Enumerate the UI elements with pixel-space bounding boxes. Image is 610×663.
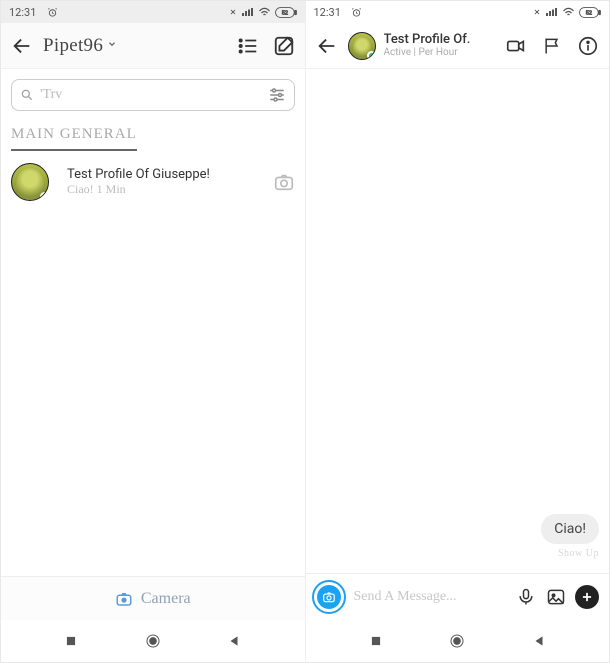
svg-text:52: 52 bbox=[586, 10, 592, 16]
chat-list-item[interactable]: Test Profile Of Giuseppe! Ciao! 1 Min bbox=[1, 151, 305, 213]
video-call-icon[interactable] bbox=[505, 35, 527, 57]
search-input[interactable]: 'Trv bbox=[11, 79, 295, 111]
chat-item-preview: Ciao! 1 Min bbox=[67, 182, 263, 197]
nav-bar bbox=[1, 620, 305, 662]
tab-main-general[interactable]: MAIN GENERAL bbox=[11, 126, 137, 151]
gallery-icon[interactable] bbox=[545, 586, 567, 608]
status-right-icons: 52 bbox=[532, 7, 601, 18]
back-button[interactable] bbox=[316, 35, 338, 57]
camera-label: Camera bbox=[141, 590, 191, 608]
account-username: Pipet96 bbox=[43, 35, 103, 57]
account-switcher[interactable]: Pipet96 bbox=[43, 35, 117, 57]
conversation-user-name: Test Profile Of. bbox=[384, 33, 471, 47]
camera-icon[interactable] bbox=[273, 171, 295, 193]
inbox-content bbox=[1, 213, 305, 576]
status-time: 12:31 bbox=[9, 6, 36, 19]
inbox-header: Pipet96 bbox=[1, 23, 305, 69]
avatar bbox=[348, 32, 376, 60]
nav-home-icon[interactable] bbox=[446, 630, 468, 652]
nav-home-icon[interactable] bbox=[142, 630, 164, 652]
status-bar: 12:31 52 bbox=[1, 1, 305, 23]
inbox-panel: 12:31 52 Pipet96 bbox=[1, 1, 305, 662]
add-button[interactable] bbox=[575, 585, 599, 609]
avatar bbox=[11, 163, 49, 201]
alarm-icon bbox=[346, 1, 368, 23]
message-input[interactable]: Send A Message... bbox=[354, 589, 508, 605]
nav-back-icon[interactable] bbox=[528, 630, 550, 652]
nav-back-icon[interactable] bbox=[223, 630, 245, 652]
microphone-icon[interactable] bbox=[515, 586, 537, 608]
status-right-icons: 52 bbox=[228, 7, 297, 18]
nav-recent-icon[interactable] bbox=[60, 630, 82, 652]
camera-shutter-button[interactable] bbox=[312, 580, 346, 614]
composer: Send A Message... bbox=[306, 573, 610, 620]
status-bar: 12:31 52 bbox=[306, 1, 610, 23]
conversation-panel: 12:31 52 Test Profile Of. Active | Per H… bbox=[305, 1, 610, 662]
compose-icon[interactable] bbox=[273, 35, 295, 57]
camera-button[interactable]: Camera bbox=[1, 576, 305, 620]
message-status: Show Up bbox=[558, 548, 599, 559]
list-view-icon[interactable] bbox=[237, 35, 259, 57]
info-icon[interactable] bbox=[577, 35, 599, 57]
filter-icon[interactable] bbox=[268, 86, 286, 104]
search-placeholder: 'Trv bbox=[40, 87, 268, 103]
conversation-header: Test Profile Of. Active | Per Hour bbox=[306, 23, 610, 69]
alarm-icon bbox=[41, 1, 63, 23]
status-time: 12:31 bbox=[314, 6, 341, 19]
sent-message-bubble[interactable]: Ciao! bbox=[541, 514, 599, 544]
back-button[interactable] bbox=[11, 35, 33, 57]
svg-text:52: 52 bbox=[281, 10, 287, 16]
chevron-down-icon bbox=[107, 38, 117, 53]
nav-recent-icon[interactable] bbox=[365, 630, 387, 652]
nav-bar bbox=[306, 620, 610, 662]
flag-icon[interactable] bbox=[541, 35, 563, 57]
chat-item-name: Test Profile Of Giuseppe! bbox=[67, 167, 263, 182]
conversation-user[interactable]: Test Profile Of. Active | Per Hour bbox=[348, 32, 471, 60]
conversation-user-status: Active | Per Hour bbox=[384, 47, 471, 58]
chat-body: Ciao! Show Up bbox=[306, 69, 610, 573]
tabs: MAIN GENERAL bbox=[1, 117, 305, 151]
